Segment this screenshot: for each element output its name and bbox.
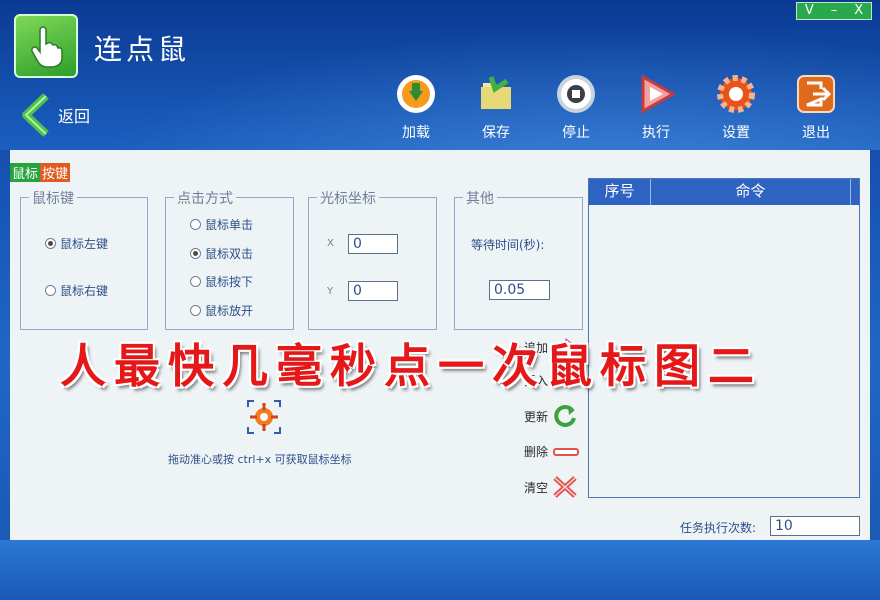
save-label: 保存 <box>482 125 510 141</box>
back-label: 返回 <box>58 107 91 126</box>
tag-part2: 按键 <box>40 163 71 182</box>
bottom-bar <box>0 540 880 600</box>
task-count-label: 任务执行次数: <box>680 521 757 535</box>
settings-button[interactable]: 设置 <box>710 72 762 142</box>
app-title: 连点鼠 <box>94 33 191 66</box>
click-mode-group: 点击方式 鼠标单击 鼠标双击 鼠标按下 鼠标放开 <box>165 188 294 330</box>
delete-button[interactable]: 删除 <box>524 443 580 460</box>
app-logo <box>14 14 78 78</box>
save-button[interactable]: 保存 <box>470 72 522 142</box>
minimize-to-tray-button[interactable]: V <box>797 3 822 19</box>
click-mode-legend: 点击方式 <box>174 188 236 208</box>
radio-dot <box>190 305 201 316</box>
load-label: 加载 <box>402 125 430 141</box>
load-icon <box>394 72 438 116</box>
close-button[interactable]: X <box>846 3 871 19</box>
overlay-banner: 人最快几毫秒点一次鼠标图二 <box>60 339 762 393</box>
other-legend: 其他 <box>463 188 497 208</box>
refresh-icon <box>554 404 576 427</box>
command-list-header: 序号 命令 <box>589 179 859 205</box>
x-input[interactable]: 0 <box>348 234 398 254</box>
settings-label: 设置 <box>722 125 750 141</box>
minimize-button[interactable]: – <box>822 3 847 19</box>
clear-icon <box>553 476 577 498</box>
hand-pointer-icon <box>31 26 63 68</box>
update-label: 更新 <box>524 409 549 424</box>
app-window: 连点鼠 V – X 返回 加载 保存 停止 执行 设置 退出 鼠标 按键 鼠标键… <box>0 0 880 600</box>
task-count-input[interactable]: 10 <box>770 516 860 536</box>
radio-left-button[interactable]: 鼠标左键 <box>45 235 108 252</box>
clear-button[interactable]: 清空 <box>524 475 578 499</box>
y-input[interactable]: 0 <box>348 281 398 301</box>
y-label: Y <box>327 286 334 297</box>
col-index-header[interactable]: 序号 <box>589 179 651 205</box>
delete-label: 删除 <box>524 445 549 459</box>
x-label: X <box>327 238 334 249</box>
wait-time-input[interactable]: 0.05 <box>489 280 550 300</box>
stop-label: 停止 <box>562 125 590 141</box>
stop-button[interactable]: 停止 <box>550 72 602 142</box>
save-icon <box>474 72 518 116</box>
delete-icon <box>553 447 580 456</box>
crosshair-target[interactable] <box>246 399 282 435</box>
back-button[interactable]: 返回 <box>16 92 90 138</box>
radio-mouse-up[interactable]: 鼠标放开 <box>190 302 253 319</box>
radio-dot <box>45 238 56 249</box>
update-button[interactable]: 更新 <box>524 404 578 428</box>
crosshair-tip: 拖动准心或按 ctrl+x 可获取鼠标坐标 <box>168 453 352 466</box>
radio-right-button[interactable]: 鼠标右键 <box>45 282 108 299</box>
radio-single-click[interactable]: 鼠标单击 <box>190 216 253 233</box>
exit-icon <box>794 72 838 116</box>
clear-label: 清空 <box>524 480 549 495</box>
gear-icon <box>714 72 758 116</box>
stop-icon <box>554 72 598 116</box>
radio-double-click[interactable]: 鼠标双击 <box>190 245 253 262</box>
cursor-coords-group: 光标坐标 X 0 Y 0 <box>308 188 437 330</box>
wait-time-label: 等待时间(秒): <box>471 238 545 252</box>
cursor-coords-legend: 光标坐标 <box>317 188 379 208</box>
other-group: 其他 等待时间(秒): 0.05 <box>454 188 583 330</box>
radio-dot <box>190 248 201 259</box>
exit-button[interactable]: 退出 <box>790 72 842 142</box>
exit-label: 退出 <box>802 125 830 141</box>
radio-dot <box>190 276 201 287</box>
play-icon <box>634 72 678 116</box>
col-command-header[interactable]: 命令 <box>651 179 851 205</box>
mouse-key-group: 鼠标键 鼠标左键 鼠标右键 <box>20 188 148 330</box>
run-button[interactable]: 执行 <box>630 72 682 142</box>
back-arrow-icon <box>22 93 49 137</box>
radio-mouse-down[interactable]: 鼠标按下 <box>190 273 253 290</box>
run-label: 执行 <box>642 125 670 141</box>
toolbar: 加载 保存 停止 执行 设置 退出 <box>390 72 842 142</box>
header: 连点鼠 V – X 返回 加载 保存 停止 执行 设置 退出 <box>0 0 880 150</box>
crosshair-icon <box>247 400 281 434</box>
radio-dot <box>190 219 201 230</box>
window-controls: V – X <box>796 2 872 20</box>
tag-part1: 鼠标 <box>10 163 41 182</box>
mouse-keys-tag: 鼠标 按键 <box>10 163 71 182</box>
radio-dot <box>45 285 56 296</box>
mouse-key-legend: 鼠标键 <box>29 188 77 208</box>
load-button[interactable]: 加载 <box>390 72 442 142</box>
